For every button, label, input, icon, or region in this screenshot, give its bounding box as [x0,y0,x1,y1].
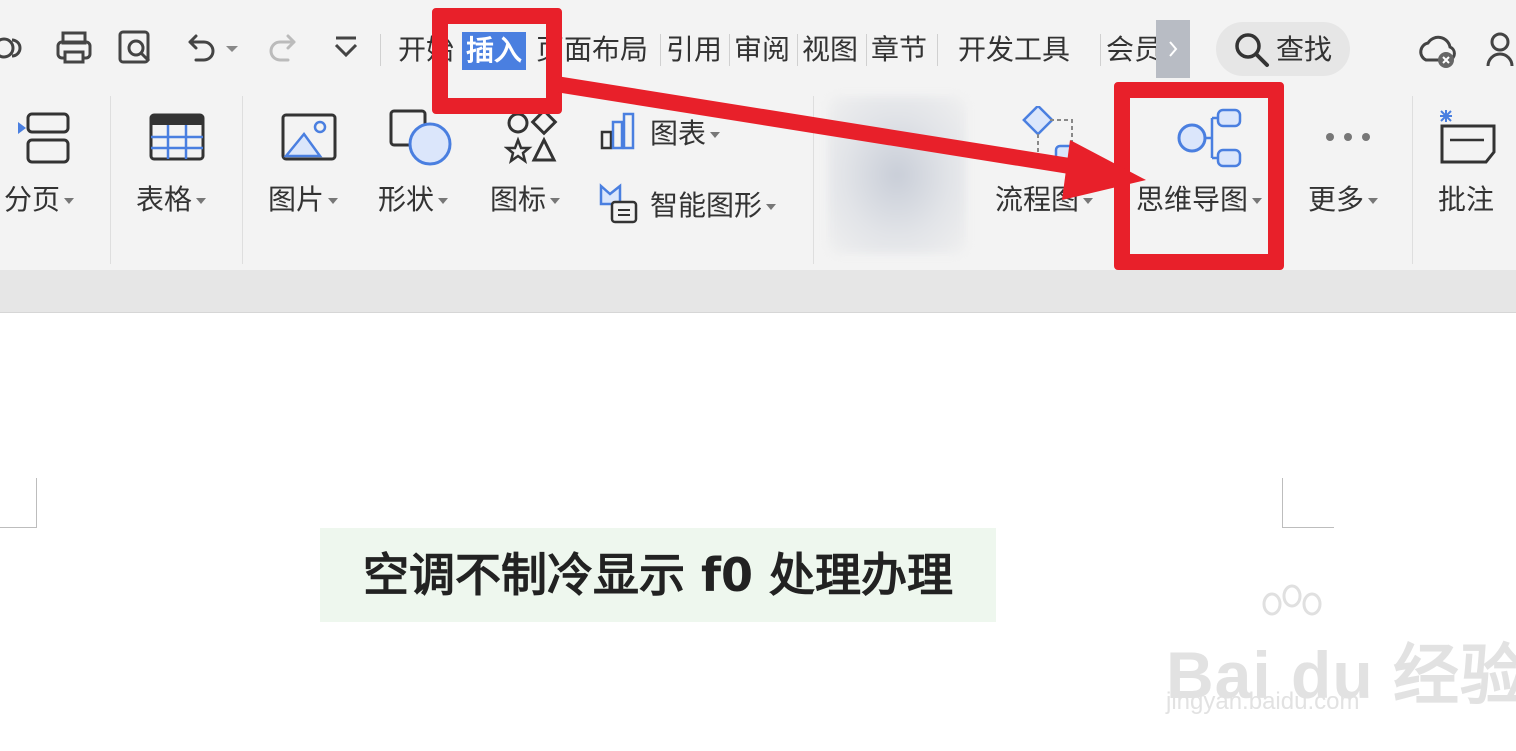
annotation-arrow [548,76,1146,200]
